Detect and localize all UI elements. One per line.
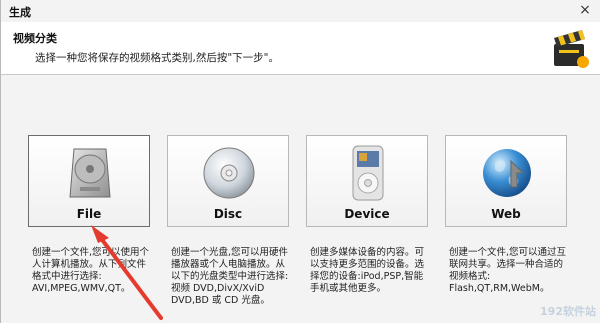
device-option-card[interactable]: Device (306, 135, 428, 227)
header-panel: 视频分类 选择一种您将保存的视频格式类别,然后按"下一步"。 (1, 22, 600, 75)
media-player-icon (352, 145, 384, 201)
globe-icon (483, 149, 531, 197)
window-title: 生成 (9, 6, 31, 19)
description-line: 视频格式: (449, 271, 491, 282)
file-option-card[interactable]: File (28, 135, 150, 227)
description-line: 以支持更多范围的设备。选 (310, 259, 425, 270)
description-line: 创建一个光盘,您可以用硬件 (171, 247, 289, 258)
file-option-description: 创建一个文件,您可以使用个 人计算机播放。从下列文件 格式中进行选择: AVI,… (32, 247, 156, 295)
description-line: AVI,MPEG,WMV,QT。 (32, 283, 131, 294)
description-line: 手机或其他更多。 (310, 283, 387, 294)
dialog-window: 生成 × 视频分类 选择一种您将保存的视频格式类别,然后按"下一步"。 File… (0, 0, 600, 323)
description-line: 创建一个文件,您可以通过互 (449, 247, 567, 258)
disc-option-description: 创建一个光盘,您可以用硬件 播放器或个人电脑播放。从 以下的光盘类型中进行选择:… (171, 247, 295, 307)
options-area: File Disc Device Web 创建一个文件,您可以使用个 人计算机播… (1, 75, 600, 323)
disc-option-card[interactable]: Disc (167, 135, 289, 227)
device-option-label: Device (344, 207, 390, 221)
clapperboard-icon (554, 30, 589, 68)
section-title: 视频分类 (13, 32, 57, 45)
description-line: DVD,BD 或 CD 光盘。 (171, 295, 270, 306)
web-option-card[interactable]: Web (445, 135, 567, 227)
web-option-description: 创建一个文件,您可以通过互 联网共享。选择一种合适的 视频格式: Flash,Q… (449, 247, 573, 295)
disc-option-label: Disc (213, 207, 243, 221)
disc-icon (203, 147, 255, 199)
instruction-text: 选择一种您将保存的视频格式类别,然后按"下一步"。 (35, 52, 279, 64)
hard-drive-icon (69, 148, 111, 198)
file-option-label: File (76, 207, 102, 221)
description-line: 以下的光盘类型中进行选择:视频 DVD,DivX/XviD (171, 271, 289, 294)
description-line: 联网共享。选择一种合适的 (449, 259, 564, 270)
description-line: 创建多媒体设备的内容。可 (310, 247, 425, 258)
description-line: 择您的设备:iPod,PSP,智能 (310, 271, 424, 282)
title-bar: 生成 × (1, 0, 600, 23)
description-line: Flash,QT,RM,WebM。 (449, 283, 550, 294)
device-option-description: 创建多媒体设备的内容。可 以支持更多范围的设备。选 择您的设备:iPod,PSP… (310, 247, 434, 295)
description-line: 人计算机播放。从下列文件 (32, 259, 147, 270)
close-button[interactable]: × (577, 2, 593, 18)
description-line: 格式中进行选择: (32, 271, 102, 282)
web-option-label: Web (491, 207, 521, 221)
watermark-text: 192软件站 (540, 305, 596, 318)
description-line: 创建一个文件,您可以使用个 (32, 247, 150, 258)
description-line: 播放器或个人电脑播放。从 (171, 259, 286, 270)
